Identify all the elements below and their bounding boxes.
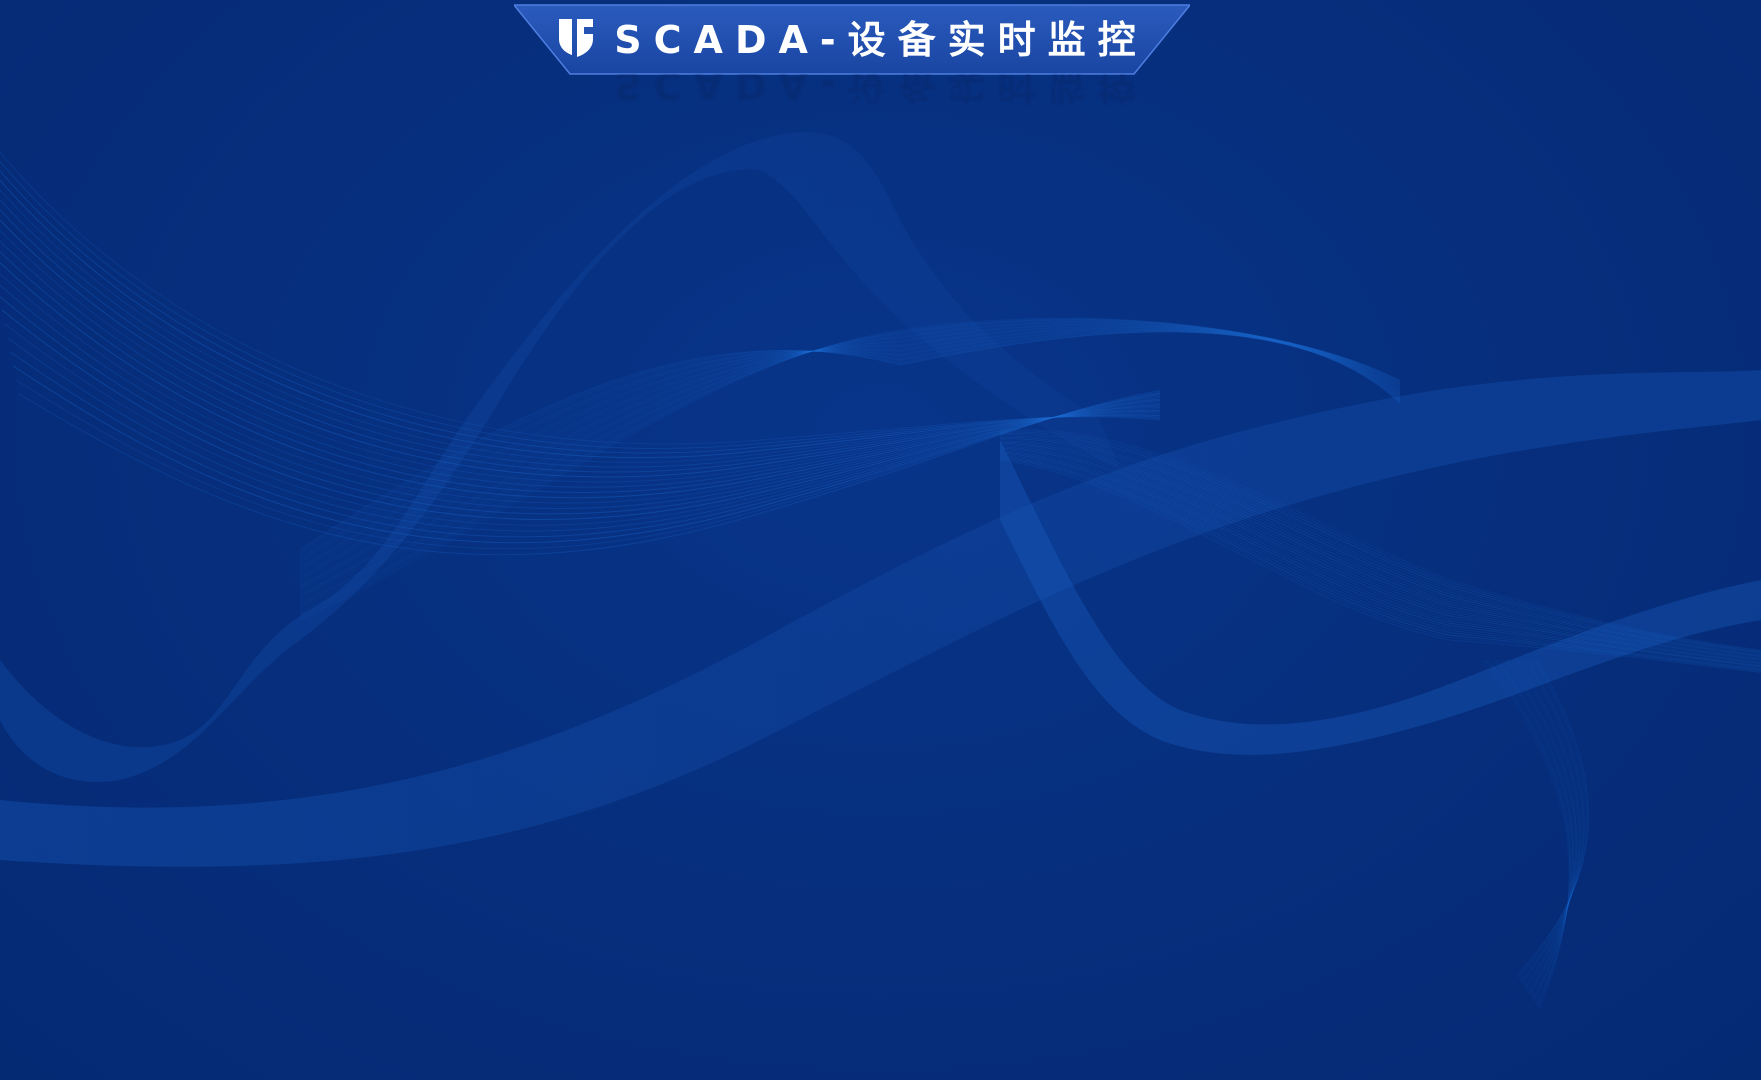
background-waves: [0, 131, 1761, 1011]
wave-lines-lower: [1479, 659, 1589, 1011]
title-banner: SCADA-设备实时监控: [514, 4, 1190, 75]
wave-ribbon-lower: [0, 370, 1761, 867]
wave-line: [1499, 659, 1575, 999]
shield-icon: [559, 18, 594, 57]
page-title: SCADA-设备实时监控: [614, 17, 1148, 62]
wave-line: [0, 179, 1161, 459]
dashboard-canvas: SCADA-设备实时监控 SCADA-设备实时监控: [0, 0, 1761, 1080]
